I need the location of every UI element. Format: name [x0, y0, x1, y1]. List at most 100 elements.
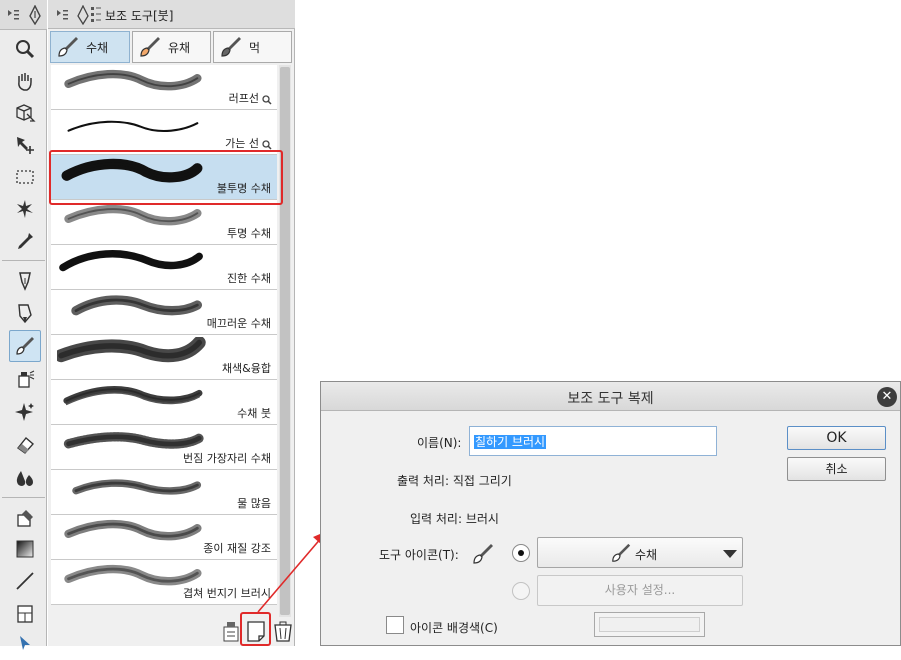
- name-input-value: 칠하기 브러시: [474, 435, 547, 449]
- brush-stroke-preview: [57, 337, 206, 363]
- figure-tool-button[interactable]: [9, 565, 41, 597]
- hand-tool-button[interactable]: [9, 65, 41, 97]
- brush-list-scrollbar[interactable]: [279, 65, 291, 617]
- brush-tool-button[interactable]: [9, 330, 41, 362]
- ink-brush-icon: [221, 37, 241, 57]
- gradient-icon: [16, 540, 34, 558]
- sub-tool-panel-title: 보조 도구[붓]: [105, 9, 174, 23]
- brush-stroke-preview: [63, 385, 203, 406]
- tool-divider: [2, 260, 45, 261]
- brush-stroke-preview: [67, 120, 199, 133]
- search-icon[interactable]: [262, 140, 272, 150]
- preset-icon-radio[interactable]: [512, 544, 530, 562]
- pen-tool-button[interactable]: [9, 265, 41, 297]
- brush-icon: [16, 337, 34, 355]
- tab-label: 유채: [168, 40, 191, 55]
- duplicate-button-highlight: [240, 612, 271, 646]
- brush-list-item[interactable]: 진한 수채: [51, 245, 277, 290]
- panel-menu-icon[interactable]: [55, 8, 69, 22]
- brush-list-item[interactable]: 번짐 가장자리 수채: [51, 425, 277, 470]
- tool-icon-select-value: 수채: [635, 548, 658, 562]
- icon-bg-color-checkbox[interactable]: [386, 616, 404, 634]
- hand-icon: [18, 73, 32, 91]
- panel-menu-icon[interactable]: [6, 8, 20, 22]
- tab-ink[interactable]: 먹: [213, 31, 292, 63]
- move-layer-button[interactable]: [9, 129, 41, 161]
- magic-wand-icon: [17, 200, 33, 218]
- eyedropper-icon: [18, 233, 33, 249]
- tab-oil-paint[interactable]: 유채: [132, 31, 211, 63]
- name-input[interactable]: 칠하기 브러시: [469, 426, 717, 456]
- tab-watercolor[interactable]: 수채: [50, 31, 130, 63]
- brush-icon: [612, 543, 631, 562]
- ok-button[interactable]: OK: [787, 426, 886, 450]
- icon-bg-color-field[interactable]: [594, 612, 705, 637]
- zoom-tool-button[interactable]: [9, 33, 41, 65]
- brush-stroke-preview: [64, 69, 202, 91]
- custom-settings-button[interactable]: 사용자 설정...: [537, 575, 743, 606]
- brush-name: 물 많음: [237, 497, 271, 510]
- brush-list-item[interactable]: 수채 붓: [51, 380, 277, 425]
- selection-tool-button[interactable]: [9, 161, 41, 193]
- brush-name: 종이 재질 강조: [203, 542, 271, 555]
- brush-name: 러프선: [228, 92, 259, 105]
- brush-name: 매끄러운 수채: [206, 317, 271, 330]
- decoration-tool-button[interactable]: [9, 396, 41, 428]
- brush-preview-icon: [473, 544, 493, 564]
- operation-tool-button[interactable]: [9, 628, 41, 660]
- search-icon[interactable]: [262, 95, 272, 105]
- brush-stroke-preview: [71, 295, 202, 316]
- close-icon[interactable]: ✕: [877, 387, 897, 407]
- cancel-button[interactable]: 취소: [787, 457, 886, 481]
- tool-palette-header: [0, 0, 47, 30]
- sparkle-icon: [15, 403, 34, 421]
- brush-stroke-preview: [64, 519, 202, 541]
- eraser-tool-button[interactable]: [9, 429, 41, 461]
- chevron-down-icon: [723, 550, 737, 558]
- pen-icon: [19, 272, 31, 291]
- frame-tool-button[interactable]: [9, 598, 41, 630]
- brush-list-item[interactable]: 매끄러운 수채: [51, 290, 277, 335]
- brush-list-item[interactable]: 겹쳐 번지기 브러시: [51, 560, 277, 605]
- gradient-tool-button[interactable]: [9, 533, 41, 565]
- dialog-titlebar: 보조 도구 복제 ✕: [321, 382, 900, 411]
- pencil-tool-button[interactable]: [9, 297, 41, 329]
- tool-icon-select[interactable]: 수채: [537, 537, 743, 568]
- brush-name: 가는 선: [225, 137, 259, 150]
- scrollbar-thumb[interactable]: [280, 67, 290, 615]
- object-tool-button[interactable]: [9, 97, 41, 129]
- water-drops-icon: [16, 471, 33, 486]
- input-process-label: 입력 처리: 브러시: [410, 512, 499, 526]
- brush-list-item[interactable]: 러프선: [51, 65, 277, 110]
- frame-border-icon: [17, 605, 33, 623]
- custom-icon-radio[interactable]: [512, 582, 530, 600]
- brush-list-item[interactable]: 가는 선: [51, 110, 277, 155]
- tab-label: 수채: [86, 40, 109, 55]
- tool-palette: [0, 0, 47, 650]
- pen-nib-icon[interactable]: [27, 5, 43, 25]
- auto-select-button[interactable]: [9, 193, 41, 225]
- blend-tool-button[interactable]: [9, 462, 41, 494]
- brush-name: 수채 붓: [237, 407, 271, 420]
- cube-cursor-icon: [16, 104, 36, 122]
- brush-list-item[interactable]: 채색&융합: [51, 335, 277, 380]
- brush-list-item[interactable]: 물 많음: [51, 470, 277, 515]
- duplicate-sub-tool-dialog: 보조 도구 복제 ✕ 이름(N): 칠하기 브러시 OK 취소 출력 처리: 직…: [320, 381, 901, 646]
- output-process-label: 출력 처리: 직접 그리기: [397, 474, 512, 488]
- brush-name: 투명 수채: [227, 227, 271, 240]
- brush-icon: [58, 37, 78, 57]
- pencil-icon: [18, 304, 32, 324]
- sub-tool-panel: 보조 도구[붓] 수채 유채 먹 러프선 가는 선 불투명 수채 투명 수채 진한 수채…: [48, 0, 295, 646]
- brush-stroke-preview: [64, 204, 202, 226]
- brush-list-item[interactable]: 투명 수채: [51, 200, 277, 245]
- brush-list-item[interactable]: 종이 재질 강조: [51, 515, 277, 560]
- list-view-icon[interactable]: [90, 5, 102, 25]
- trash-icon[interactable]: [271, 619, 295, 644]
- brush-name: 번짐 가장자리 수채: [183, 452, 271, 465]
- airbrush-tool-button[interactable]: [9, 363, 41, 395]
- marquee-icon: [16, 170, 34, 184]
- selected-brush-highlight: [49, 150, 283, 205]
- brush-stroke-preview: [72, 479, 202, 495]
- fill-tool-button[interactable]: [9, 502, 41, 534]
- eyedropper-button[interactable]: [9, 225, 41, 257]
